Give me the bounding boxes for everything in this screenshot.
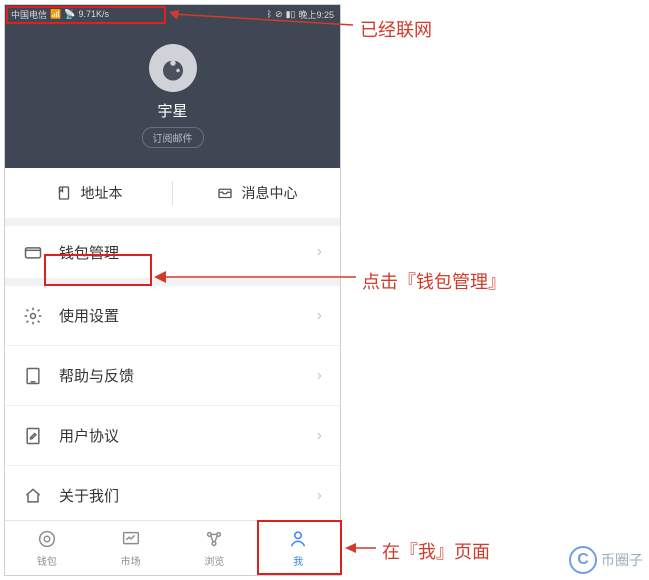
nav-label: 钱包 bbox=[37, 553, 57, 568]
bluetooth-icon: ᛒ bbox=[267, 9, 272, 19]
status-bar: 中国电信 📶 📡 9.71K/s ᛒ ⊘ ▮▯ 晚上9:25 bbox=[5, 5, 340, 23]
gear-icon bbox=[23, 306, 43, 326]
wallet-icon bbox=[23, 242, 43, 262]
chevron-right-icon: › bbox=[317, 243, 322, 261]
annotation-text-wallet: 点击『钱包管理』 bbox=[362, 268, 506, 294]
bottom-nav: 钱包 市场 浏览 我 bbox=[5, 520, 340, 575]
nav-label: 市场 bbox=[121, 553, 141, 568]
watermark: C 币圈子 bbox=[569, 546, 643, 574]
nav-market[interactable]: 市场 bbox=[89, 521, 173, 575]
annotation-arrow-3 bbox=[344, 540, 380, 556]
nav-label: 浏览 bbox=[204, 553, 224, 568]
menu-item-user-agreement[interactable]: 用户协议 › bbox=[5, 406, 340, 466]
menu-item-help-feedback[interactable]: 帮助与反馈 › bbox=[5, 346, 340, 406]
rotation-icon: ⊘ bbox=[275, 9, 283, 20]
settings-menu: 钱包管理 › 使用设置 › 帮助与反馈 › 用户协议 › bbox=[5, 226, 340, 526]
home-icon bbox=[23, 486, 43, 506]
address-book-label: 地址本 bbox=[81, 183, 123, 203]
chevron-right-icon: › bbox=[317, 427, 322, 445]
nav-browse[interactable]: 浏览 bbox=[173, 521, 257, 575]
person-icon bbox=[287, 528, 309, 550]
nodes-icon bbox=[203, 528, 225, 550]
annotation-text-connected: 已经联网 bbox=[360, 16, 432, 42]
menu-label: 用户协议 bbox=[59, 425, 317, 446]
chevron-right-icon: › bbox=[317, 307, 322, 325]
username-label: 宇星 bbox=[157, 100, 187, 121]
phone-screen: 中国电信 📶 📡 9.71K/s ᛒ ⊘ ▮▯ 晚上9:25 宇星 订阅邮件 bbox=[4, 4, 341, 576]
message-center-button[interactable]: 消息中心 bbox=[173, 183, 340, 203]
chart-icon bbox=[120, 528, 142, 550]
nav-wallet[interactable]: 钱包 bbox=[5, 521, 89, 575]
message-center-label: 消息中心 bbox=[242, 183, 298, 203]
net-speed: 9.71K/s bbox=[78, 9, 109, 19]
nav-label: 我 bbox=[293, 553, 303, 568]
bookmark-icon bbox=[55, 184, 73, 202]
menu-item-about-us[interactable]: 关于我们 › bbox=[5, 466, 340, 526]
watermark-text: 币圈子 bbox=[601, 550, 643, 570]
battery-icon: ▮▯ bbox=[286, 9, 296, 20]
menu-item-wallet-mgmt[interactable]: 钱包管理 › bbox=[5, 226, 340, 286]
carrier-label: 中国电信 bbox=[11, 8, 47, 21]
clock-label: 晚上9:25 bbox=[298, 8, 334, 21]
chevron-right-icon: › bbox=[317, 367, 322, 385]
menu-label: 钱包管理 bbox=[59, 242, 317, 263]
menu-label: 使用设置 bbox=[59, 305, 317, 326]
document-edit-icon bbox=[23, 426, 43, 446]
watermark-logo-icon: C bbox=[569, 546, 597, 574]
menu-label: 关于我们 bbox=[59, 485, 317, 506]
address-book-button[interactable]: 地址本 bbox=[5, 183, 172, 203]
target-icon bbox=[36, 528, 58, 550]
avatar[interactable] bbox=[149, 44, 197, 92]
quick-actions-row: 地址本 消息中心 bbox=[5, 168, 340, 226]
avatar-image-icon bbox=[158, 53, 188, 83]
menu-label: 帮助与反馈 bbox=[59, 365, 317, 386]
signal-icon: 📶 bbox=[50, 9, 61, 20]
annotation-text-me-page: 在『我』页面 bbox=[382, 538, 490, 564]
nav-me[interactable]: 我 bbox=[256, 521, 340, 575]
chevron-right-icon: › bbox=[317, 487, 322, 505]
inbox-icon bbox=[216, 184, 234, 202]
wifi-icon: 📡 bbox=[64, 9, 75, 20]
subscribe-button[interactable]: 订阅邮件 bbox=[142, 127, 204, 148]
profile-header: 宇星 订阅邮件 bbox=[5, 23, 340, 168]
device-icon bbox=[23, 366, 43, 386]
menu-item-usage-settings[interactable]: 使用设置 › bbox=[5, 286, 340, 346]
